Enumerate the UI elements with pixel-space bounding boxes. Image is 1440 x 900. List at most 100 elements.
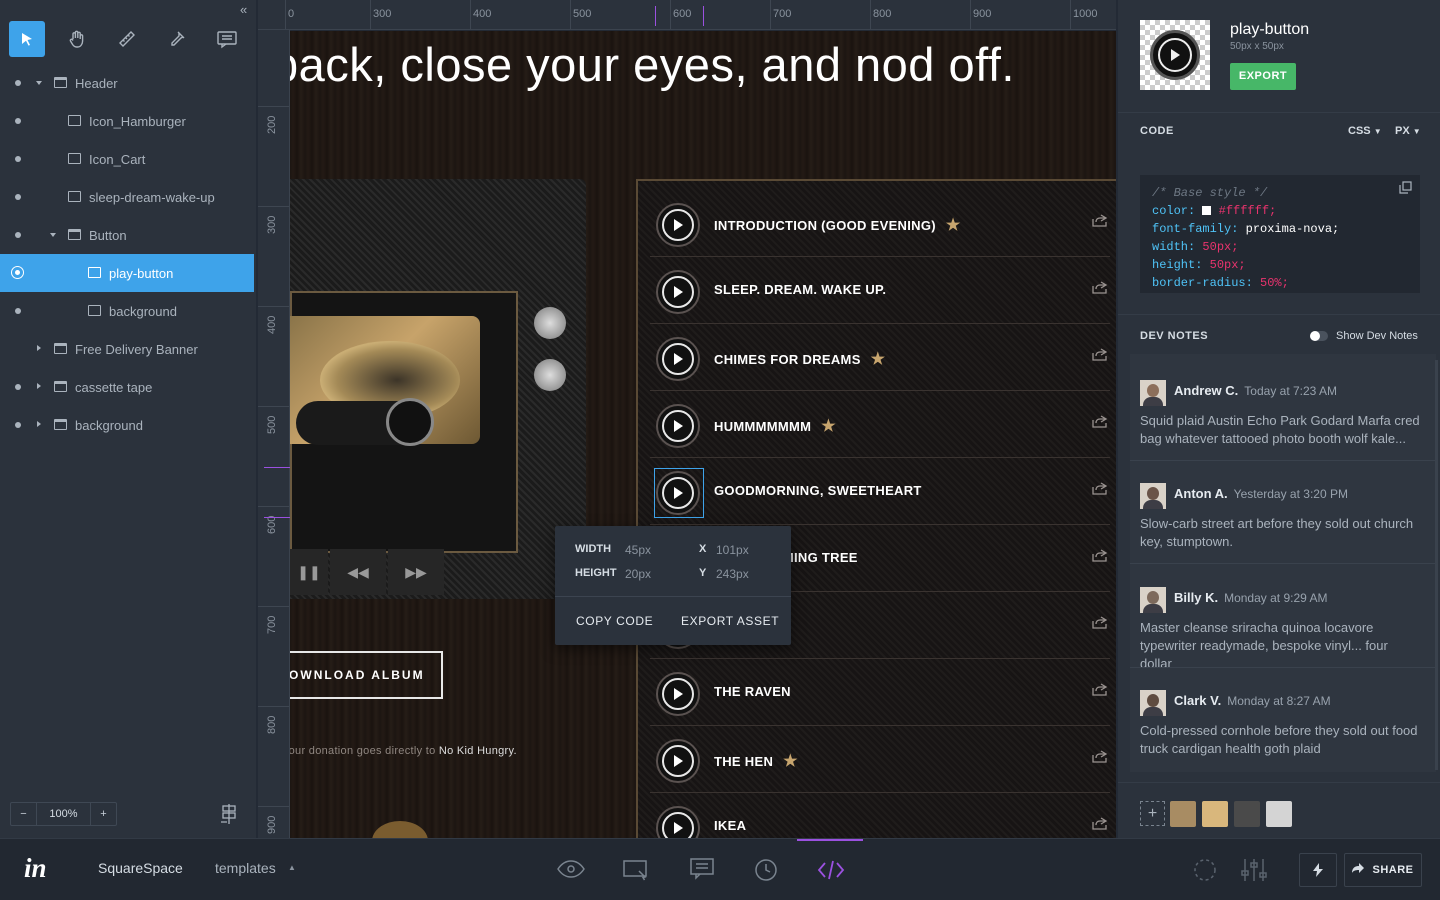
track-row[interactable]: THE RAVEN	[650, 660, 1110, 726]
track-row[interactable]: INTRODUCTION (GOOD EVENING) ★	[650, 191, 1110, 257]
settings-sliders-icon[interactable]	[1240, 857, 1268, 888]
visibility-icon[interactable]	[15, 232, 21, 238]
note-author[interactable]: Clark V.	[1174, 693, 1221, 708]
download-album-button[interactable]: DOWNLOAD ALBUM	[290, 651, 443, 699]
layer-row[interactable]: sleep-dream-wake-up	[0, 178, 254, 216]
dev-note[interactable]: Clark V. Monday at 8:27 AM Cold-pressed co…	[1140, 690, 1420, 758]
chevron-up-icon[interactable]: ▲	[288, 863, 296, 872]
build-mode-icon[interactable]	[623, 859, 649, 886]
star-icon[interactable]: ★	[946, 217, 961, 234]
rewind-icon[interactable]: ◀◀	[330, 549, 386, 595]
share-icon[interactable]	[1092, 347, 1108, 361]
layer-row[interactable]: Icon_Cart	[0, 140, 254, 178]
star-icon[interactable]: ★	[821, 418, 836, 435]
caret-right-icon[interactable]	[37, 383, 41, 389]
play-button[interactable]	[656, 672, 700, 716]
history-clock-icon[interactable]	[754, 858, 778, 887]
track-row[interactable]: THE HEN ★	[650, 727, 1110, 793]
layer-row[interactable]: cassette tape	[0, 368, 254, 406]
caret-right-icon[interactable]	[37, 421, 41, 427]
dev-note[interactable]: Billy K. Monday at 9:29 AM Master cleanse …	[1140, 587, 1420, 673]
track-row[interactable]: HUMMMMMMM ★	[650, 392, 1110, 458]
play-button[interactable]	[656, 203, 700, 247]
note-author[interactable]: Billy K.	[1174, 590, 1218, 605]
note-author[interactable]: Anton A.	[1174, 486, 1228, 501]
pause-icon[interactable]: ❚❚	[290, 549, 328, 595]
spinner-icon[interactable]	[1193, 858, 1217, 887]
hand-tool-icon[interactable]	[59, 21, 95, 57]
star-icon[interactable]: ★	[783, 753, 798, 770]
inspect-code-icon[interactable]	[817, 859, 845, 886]
layer-row[interactable]: background	[0, 406, 254, 444]
visibility-icon[interactable]	[15, 80, 21, 86]
fast-forward-icon[interactable]: ▶▶	[388, 549, 444, 595]
track-row[interactable]: CHIMES FOR DREAMS ★	[650, 325, 1110, 391]
star-icon[interactable]: ★	[871, 351, 886, 368]
dev-note[interactable]: Andrew C. Today at 7:23 AM Squid plaid Aus…	[1140, 380, 1420, 448]
scrollbar[interactable]	[1435, 360, 1438, 770]
project-name[interactable]: SquareSpace	[98, 860, 183, 876]
play-button[interactable]	[656, 337, 700, 381]
copy-icon[interactable]	[1399, 181, 1412, 200]
visibility-icon[interactable]	[15, 422, 21, 428]
export-button[interactable]: EXPORT	[1230, 63, 1296, 90]
zoom-out-button[interactable]: −	[11, 803, 37, 825]
share-button[interactable]: SHARE	[1344, 853, 1422, 887]
share-icon[interactable]	[1092, 213, 1108, 227]
color-swatch[interactable]	[1202, 801, 1228, 827]
eyedropper-tool-icon[interactable]	[159, 21, 195, 57]
language-select[interactable]: CSS ▼	[1348, 125, 1382, 137]
design-canvas[interactable]: back, close your eyes, and nod off. ❚❚ ◀…	[290, 31, 1116, 838]
ruler-tool-icon[interactable]	[109, 21, 145, 57]
zoom-in-button[interactable]: +	[90, 803, 116, 825]
caret-down-icon[interactable]	[50, 233, 56, 237]
play-button[interactable]	[656, 270, 700, 314]
color-swatch[interactable]	[1170, 801, 1196, 827]
dev-notes-toggle[interactable]	[1310, 331, 1328, 341]
share-icon[interactable]	[1092, 615, 1108, 629]
play-button[interactable]	[656, 806, 700, 838]
track-row[interactable]: GOODMORNING, SWEETHEART	[650, 459, 1110, 525]
share-icon[interactable]	[1092, 749, 1108, 763]
caret-right-icon[interactable]	[37, 345, 41, 351]
preview-eye-icon[interactable]	[556, 859, 586, 884]
play-button[interactable]	[656, 404, 700, 448]
track-row[interactable]: IKEA	[650, 794, 1110, 838]
share-icon[interactable]	[1092, 682, 1108, 696]
layer-row[interactable]: Header	[0, 64, 254, 102]
unit-select[interactable]: PX ▼	[1395, 125, 1421, 137]
comments-icon[interactable]	[690, 858, 714, 885]
lightning-icon[interactable]	[1299, 853, 1337, 887]
visibility-icon[interactable]	[11, 266, 24, 279]
dev-note[interactable]: Anton A. Yesterday at 3:20 PM Slow-carb st…	[1140, 483, 1420, 551]
share-icon[interactable]	[1092, 280, 1108, 294]
donation-org-link[interactable]: No Kid Hungry.	[439, 745, 517, 757]
share-icon[interactable]	[1092, 481, 1108, 495]
visibility-icon[interactable]	[15, 156, 21, 162]
show-dev-notes-label[interactable]: Show Dev Notes	[1336, 330, 1418, 342]
double-chevron-left-icon[interactable]: «	[240, 2, 247, 17]
share-icon[interactable]	[1092, 414, 1108, 428]
color-swatch[interactable]	[1266, 801, 1292, 827]
note-author[interactable]: Andrew C.	[1174, 383, 1238, 398]
play-button[interactable]	[656, 739, 700, 783]
code-block[interactable]: /* Base style */ color: #ffffff; font-fa…	[1140, 175, 1420, 293]
visibility-icon[interactable]	[15, 384, 21, 390]
layer-row[interactable]: Button	[0, 216, 254, 254]
comment-tool-icon[interactable]	[209, 21, 245, 57]
zoom-level[interactable]: 100%	[37, 803, 90, 825]
copy-code-button[interactable]: COPY CODE	[576, 614, 653, 628]
export-asset-button[interactable]: EXPORT ASSET	[681, 614, 779, 628]
layer-row[interactable]: Icon_Hamburger	[0, 102, 254, 140]
select-tool-icon[interactable]	[9, 21, 45, 57]
share-icon[interactable]	[1092, 816, 1108, 830]
color-swatch[interactable]	[1234, 801, 1260, 827]
grid-layout-icon[interactable]	[218, 803, 240, 830]
invision-logo[interactable]: in	[24, 853, 47, 884]
add-swatch-button[interactable]: +	[1140, 801, 1165, 826]
layer-row[interactable]: play-button	[0, 254, 254, 292]
share-icon[interactable]	[1092, 548, 1108, 562]
visibility-icon[interactable]	[15, 118, 21, 124]
layer-row[interactable]: Free Delivery Banner	[0, 330, 254, 368]
caret-down-icon[interactable]	[36, 81, 42, 85]
